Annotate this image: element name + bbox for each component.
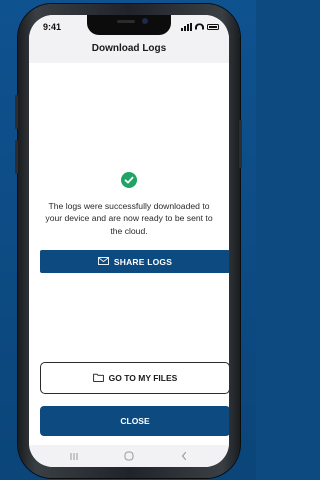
go-to-files-button[interactable]: GO TO MY FILES (40, 362, 229, 394)
folder-icon (92, 373, 104, 384)
home-icon (124, 451, 134, 461)
page-title: Download Logs (91, 43, 167, 54)
status-icons (181, 22, 219, 31)
success-message: The logs were successfully downloaded to… (45, 201, 213, 236)
phone-side-button (15, 95, 18, 129)
notch (87, 15, 171, 35)
status-time: 9:41 (43, 22, 62, 32)
recent-apps-icon (70, 452, 78, 460)
phone-power-button (239, 120, 242, 168)
share-logs-button[interactable]: SHARE LOGS (40, 250, 229, 273)
go-to-files-label: GO TO MY FILES (108, 373, 178, 383)
close-label: CLOSE (120, 416, 150, 426)
android-nav-bar (29, 445, 229, 467)
battery-icon (207, 23, 219, 30)
home-button[interactable] (114, 448, 144, 464)
mail-icon (97, 256, 109, 267)
header: Download Logs (29, 37, 229, 63)
speaker-grille (117, 20, 135, 23)
front-camera (142, 18, 148, 24)
recent-apps-button[interactable] (59, 448, 89, 464)
close-button[interactable]: CLOSE (40, 406, 229, 436)
back-icon (181, 451, 187, 461)
phone-screen: 9:41 Download Logs The logs were success… (29, 15, 229, 467)
wifi-icon (195, 23, 204, 30)
status-bar: 9:41 (29, 15, 229, 37)
phone-side-button (15, 140, 18, 174)
check-circle-icon (121, 172, 137, 188)
signal-icon (181, 22, 192, 31)
back-button[interactable] (169, 448, 199, 464)
share-logs-label: SHARE LOGS (113, 256, 173, 267)
